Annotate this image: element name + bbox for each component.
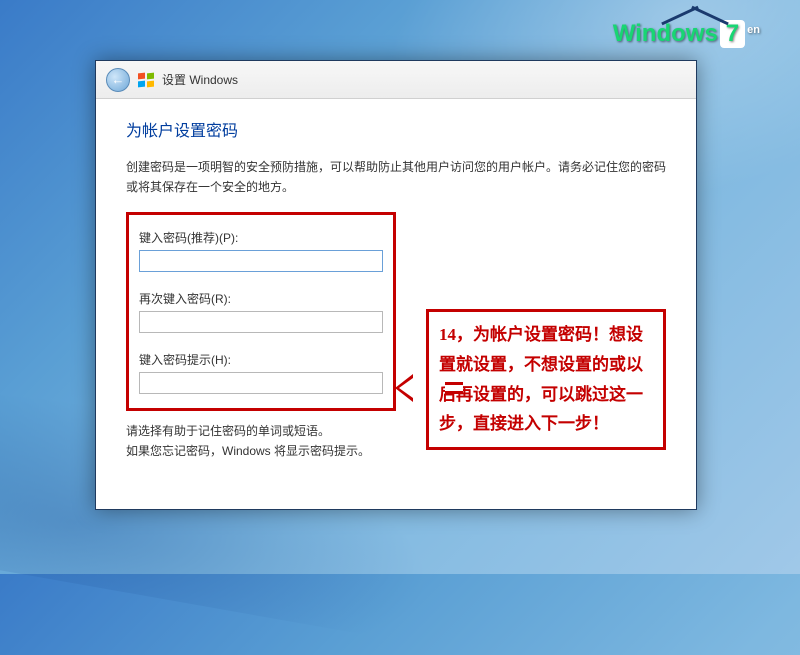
- window-title: 设置 Windows: [162, 71, 238, 88]
- password-input[interactable]: [139, 250, 383, 272]
- password-form-highlight: 键入密码(推荐)(P): 再次键入密码(R): 键入密码提示(H):: [126, 212, 396, 411]
- password-hint-input[interactable]: [139, 372, 383, 394]
- window-titlebar: ← 设置 Windows: [96, 61, 696, 99]
- arrow-left-icon: [395, 374, 413, 402]
- watermark-brand-num: 7: [720, 20, 745, 48]
- watermark-roof-icon: [660, 8, 730, 22]
- site-watermark: Windows7en: [613, 20, 760, 48]
- watermark-brand-pre: Windows: [613, 20, 718, 48]
- page-heading: 为帐户设置密码: [126, 117, 666, 141]
- watermark-brand-suffix: en: [747, 24, 760, 36]
- windows-flag-icon: [138, 73, 154, 87]
- setup-window: ← 设置 Windows 为帐户设置密码 创建密码是一项明智的安全预防措施，可以…: [95, 60, 697, 510]
- confirm-password-label: 再次键入密码(R):: [139, 290, 383, 307]
- callout-text: 14，为帐户设置密码！想设置就设置，不想设置的或以后再设置的，可以跳过这一步，直…: [439, 325, 643, 433]
- confirm-password-input[interactable]: [139, 311, 383, 333]
- back-button[interactable]: ←: [106, 68, 130, 92]
- password-label: 键入密码(推荐)(P):: [139, 229, 383, 246]
- arrow-stem: [445, 382, 463, 394]
- page-description: 创建密码是一项明智的安全预防措施，可以帮助防止其他用户访问您的用户帐户。请务必记…: [126, 157, 666, 198]
- password-hint-label: 键入密码提示(H):: [139, 351, 383, 368]
- window-content: 为帐户设置密码 创建密码是一项明智的安全预防措施，可以帮助防止其他用户访问您的用…: [96, 99, 696, 509]
- annotation-callout: 14，为帐户设置密码！想设置就设置，不想设置的或以后再设置的，可以跳过这一步，直…: [426, 309, 666, 450]
- arrow-left-icon: ←: [112, 72, 125, 87]
